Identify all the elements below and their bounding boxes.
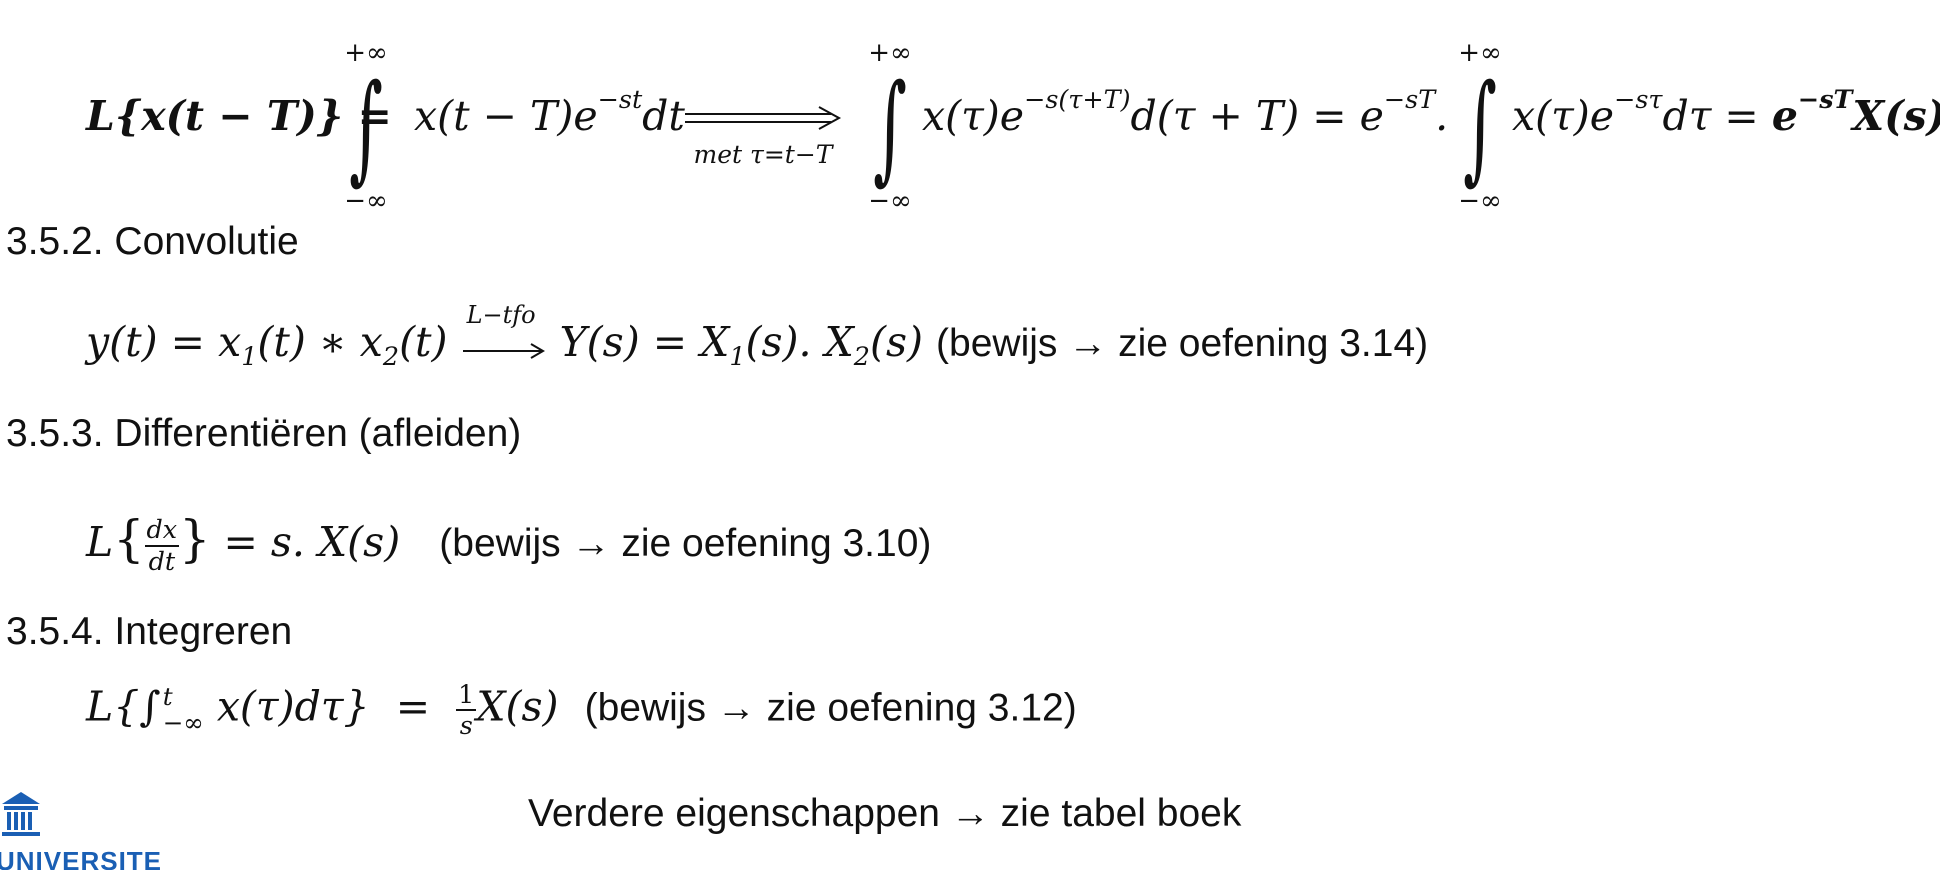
integrand-1: x(t − T)e−stdt bbox=[414, 84, 685, 140]
substitution-arrow: met τ=t−T bbox=[683, 96, 843, 169]
one-over-s-fraction: 1s bbox=[456, 679, 477, 741]
section-heading-differentiate: 3.5.3. Differentiëren (afleiden) bbox=[6, 412, 522, 455]
university-building-icon bbox=[2, 792, 40, 836]
convolution-formula: y(t) = x1(t) ∗ x2(t) L−tfo Y(s) = X1(s).… bbox=[86, 300, 1429, 371]
integral-proof-note: (bewijs → zie oefening 3.12) bbox=[584, 686, 1077, 730]
logo-text: UNIVERSITEIT bbox=[0, 846, 160, 870]
integral-sign-icon: ∫ bbox=[1463, 58, 1497, 196]
integrand-3: x(τ)e−sτdτ = e−sTX(s) bbox=[1512, 84, 1940, 140]
time-shift-formula: L{x(t − T)} = +∞ ∫ −∞ x(t − T)e−stdt met… bbox=[0, 0, 1940, 216]
integral-3: +∞ ∫ −∞ bbox=[1445, 38, 1515, 216]
convolution-arrow-label: L−tfo bbox=[466, 300, 536, 329]
integral-1: +∞ ∫ −∞ bbox=[331, 38, 401, 216]
derivative-formula: L{dx dt} = s. X(s) (bewijs → zie oefening… bbox=[86, 510, 932, 576]
university-logo: UNIVERSITEIT bbox=[0, 788, 160, 870]
section-heading-convolution: 3.5.2. Convolutie bbox=[6, 220, 299, 263]
dx-dt-fraction: dx dt bbox=[144, 514, 180, 576]
integral-formula: L{∫ t −∞ x(τ)dτ} = 1 s X(s) (bewijs → zie oe… bbox=[86, 679, 1077, 741]
integral-sign-icon: ∫ bbox=[873, 58, 907, 196]
section-heading-integrate: 3.5.4. Integreren bbox=[6, 610, 293, 653]
derivative-proof-note: (bewijs → zie oefening 3.10) bbox=[439, 522, 932, 565]
integrand-2: x(τ)e−s(τ+T)d(τ + T) = e−sT. bbox=[922, 84, 1449, 140]
integral-sign-icon: ∫ bbox=[349, 58, 383, 196]
convolution-proof-note: (bewijs → zie oefening 3.14) bbox=[936, 322, 1429, 365]
right-arrow-icon bbox=[462, 342, 545, 359]
integral-2: +∞ ∫ −∞ bbox=[855, 38, 925, 216]
substitution-label: met τ=t−T bbox=[693, 140, 833, 169]
footer-text: Verdere eigenschappen → zie tabel boek bbox=[528, 792, 1242, 835]
double-arrow-icon bbox=[685, 106, 842, 130]
